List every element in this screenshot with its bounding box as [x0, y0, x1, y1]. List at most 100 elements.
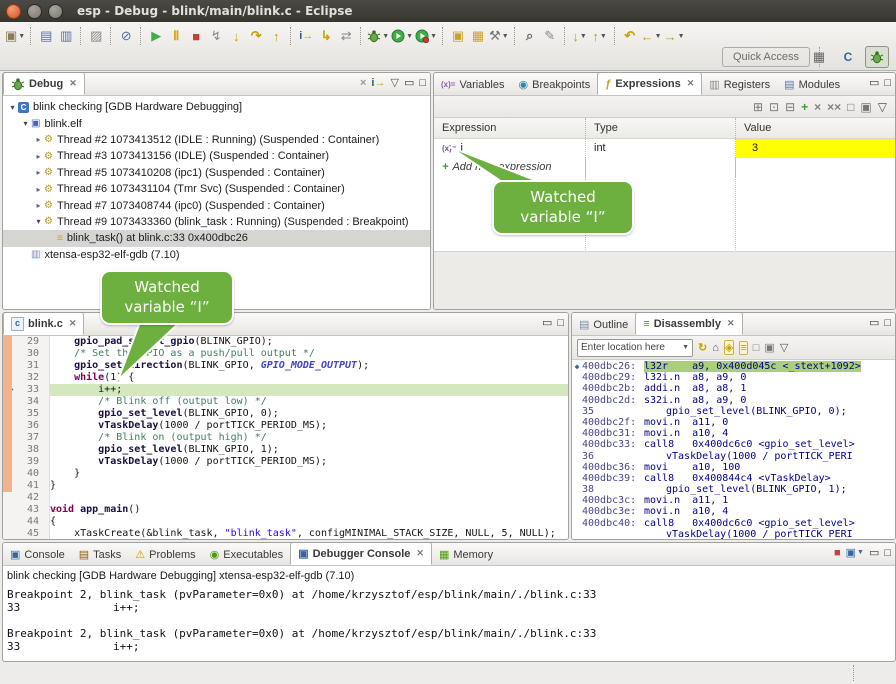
code-line[interactable]: xTaskCreate(&blink_task, "blink_task", c… — [50, 528, 568, 539]
tab-debugger-console[interactable]: ▣Debugger Console✕ — [290, 542, 432, 565]
window-minimize-button[interactable] — [27, 4, 42, 19]
close-icon[interactable]: ✕ — [687, 78, 695, 89]
collapse-all-button[interactable]: ⊟ — [785, 100, 795, 114]
instruction-stepping-button[interactable]: i→ — [371, 77, 385, 89]
mark-occurrences-icon[interactable]: ✎ — [541, 26, 559, 46]
window-maximize-button[interactable] — [48, 4, 63, 19]
minimize-button[interactable]: ▭ — [869, 76, 879, 89]
chevron-down-icon[interactable]: ▼ — [655, 33, 662, 40]
tab-tasks[interactable]: ▤Tasks — [72, 544, 129, 565]
code-line[interactable]: /* Blink off (output low) */ — [50, 396, 568, 408]
tab-outline[interactable]: ▤Outline — [572, 314, 635, 335]
chevron-down-icon[interactable]: ▼ — [406, 33, 413, 40]
suspend-icon[interactable]: Ⅱ — [167, 26, 185, 46]
code-line[interactable]: gpio_set_level(BLINK_GPIO, 0); — [50, 408, 568, 420]
disconnect-icon[interactable]: ↯ — [207, 26, 225, 46]
minimize-button[interactable]: ▭ — [542, 316, 552, 329]
disassembly-line[interactable]: 400dbc31:movi.n a10, 4 — [572, 428, 895, 439]
cpp-perspective-button[interactable]: C — [836, 46, 860, 68]
quick-access-button[interactable]: Quick Access — [722, 47, 810, 67]
minimize-button[interactable]: ▭ — [869, 546, 879, 559]
expander-icon[interactable]: ▸ — [33, 185, 44, 194]
remove-all-expressions-button[interactable]: ×× — [827, 100, 841, 114]
remove-all-terminated-button[interactable]: × — [360, 77, 366, 89]
chevron-down-icon[interactable]: ▼ — [600, 33, 607, 40]
tree-item[interactable]: ≡blink_task() at blink.c:33 0x400dbc26 — [3, 230, 430, 246]
run-icon[interactable]: ▼ — [391, 26, 413, 46]
disassembly-line[interactable]: 400dbc2d:s32i.n a8, a9, 0 — [572, 395, 895, 406]
column-value[interactable]: Value — [736, 118, 895, 138]
display-selected-console-button[interactable]: ▣▼ — [846, 546, 864, 559]
show-type-names-button[interactable]: ⊞ — [753, 100, 763, 114]
tree-item[interactable]: ▾▣blink.elf — [3, 115, 430, 131]
print-icon[interactable]: ▨ — [87, 26, 105, 46]
tree-item[interactable]: ▾⚙Thread #9 1073433360 (blink_task : Run… — [3, 214, 430, 230]
tab-registers[interactable]: ▥Registers — [702, 74, 777, 95]
skip-all-breakpoints-icon[interactable]: ⊘ — [117, 26, 135, 46]
code-line[interactable]: void app_main() — [50, 504, 568, 516]
close-icon[interactable]: ✕ — [69, 78, 77, 89]
debug-perspective-button[interactable] — [865, 46, 889, 68]
instruction-stepping-icon[interactable]: i→ — [297, 26, 315, 46]
code-line[interactable]: } — [50, 468, 568, 480]
disassembly-line[interactable]: vTaskDelay(1000 / portTICK_PERI — [572, 529, 895, 540]
chevron-down-icon[interactable]: ▼ — [18, 33, 25, 40]
follow-current-button[interactable]: ◈ — [724, 340, 734, 355]
expander-icon[interactable]: ▸ — [33, 135, 44, 144]
drop-to-frame-icon[interactable]: ↳ — [317, 26, 335, 46]
show-logical-structure-button[interactable]: ⊡ — [769, 100, 779, 114]
maximize-button[interactable]: □ — [884, 317, 891, 329]
tab-breakpoints[interactable]: ◉Breakpoints — [512, 74, 598, 95]
tab-executables[interactable]: ◉Executables — [203, 544, 291, 565]
back-icon[interactable]: ←▼ — [641, 26, 662, 46]
open-console-icon[interactable]: ▣ — [449, 26, 467, 46]
home-button[interactable]: ⌂ — [712, 342, 719, 354]
disassembly-line[interactable]: 400dbc33:call8 0x400dc6c0 <gpio_set_leve… — [572, 439, 895, 450]
editor-gutter[interactable]: 293031323334353637383940414243⊖444546 — [3, 336, 50, 539]
refresh-button[interactable]: ↻ — [698, 341, 707, 354]
tab-debug[interactable]: Debug✕ — [3, 72, 85, 95]
expander-icon[interactable]: ▸ — [33, 152, 44, 161]
tree-item[interactable]: ▸⚙Thread #7 1073408744 (ipc0) (Suspended… — [3, 197, 430, 213]
save-all-icon[interactable]: ▥ — [57, 26, 75, 46]
terminate-console-button[interactable]: ■ — [834, 547, 841, 559]
tab-memory[interactable]: ▦Memory — [432, 544, 500, 565]
code-line[interactable]: gpio_set_level(BLINK_GPIO, 1); — [50, 444, 568, 456]
open-folder-icon[interactable]: ▦ — [469, 26, 487, 46]
maximize-button[interactable]: □ — [419, 77, 426, 89]
view-menu-button[interactable]: ▽ — [780, 341, 788, 354]
disassembly-line[interactable]: 400dbc3e:movi.n a10, 4 — [572, 506, 895, 517]
tree-item[interactable]: ▸⚙Thread #5 1073410208 (ipc1) (Suspended… — [3, 165, 430, 181]
tab-variables[interactable]: (x)=Variables — [434, 74, 512, 95]
current-debug-line[interactable]: i++; — [50, 384, 568, 396]
tab-blink-c[interactable]: cblink.c✕ — [3, 312, 84, 335]
new-view-button[interactable]: □ — [847, 100, 854, 114]
expander-icon[interactable]: ▾ — [33, 217, 44, 226]
last-edit-location-icon[interactable]: ↶ — [621, 26, 639, 46]
code-line[interactable]: vTaskDelay(1000 / portTICK_PERIOD_MS); — [50, 456, 568, 468]
disassembly-line[interactable]: 36vTaskDelay(1000 / portTICK_PERI — [572, 451, 895, 462]
resume-icon[interactable]: ▶ — [147, 26, 165, 46]
disassembly-line[interactable]: 400dbc36:movi a10, 100 — [572, 462, 895, 473]
forward-icon[interactable]: →▼ — [664, 26, 685, 46]
step-over-icon[interactable]: ↷ — [247, 26, 265, 46]
terminate-icon[interactable]: ■ — [187, 26, 205, 46]
disassembly-line[interactable]: 35gpio_set_level(BLINK_GPIO, 0); — [572, 406, 895, 417]
tab-disassembly[interactable]: ≡Disassembly✕ — [635, 312, 742, 335]
previous-annotation-icon[interactable]: ↑▼ — [591, 26, 609, 46]
code-line[interactable] — [50, 492, 568, 504]
console-output[interactable]: Breakpoint 2, blink_task (pvParameter=0x… — [3, 584, 895, 653]
location-input[interactable]: Enter location here ▼ — [577, 339, 693, 357]
maximize-button[interactable]: □ — [557, 317, 564, 329]
disassembly-listing[interactable]: ◆400dbc26:l32r a9, 0x400d045c <_stext+10… — [572, 360, 895, 540]
maximize-button[interactable]: □ — [884, 77, 891, 89]
minimize-button[interactable]: ▭ — [869, 316, 879, 329]
disassembly-line[interactable]: 400dbc3c:movi.n a11, 1 — [572, 495, 895, 506]
tree-item[interactable]: ▥xtensa-esp32-elf-gdb (7.10) — [3, 247, 430, 263]
close-icon[interactable]: ✕ — [727, 318, 735, 329]
profile-icon[interactable]: ▼ — [415, 26, 437, 46]
add-expression-button[interactable]: + — [801, 100, 808, 114]
chevron-down-icon[interactable]: ▼ — [682, 344, 689, 351]
tab-problems[interactable]: ⚠Problems — [128, 544, 202, 565]
column-expression[interactable]: Expression — [434, 118, 586, 138]
